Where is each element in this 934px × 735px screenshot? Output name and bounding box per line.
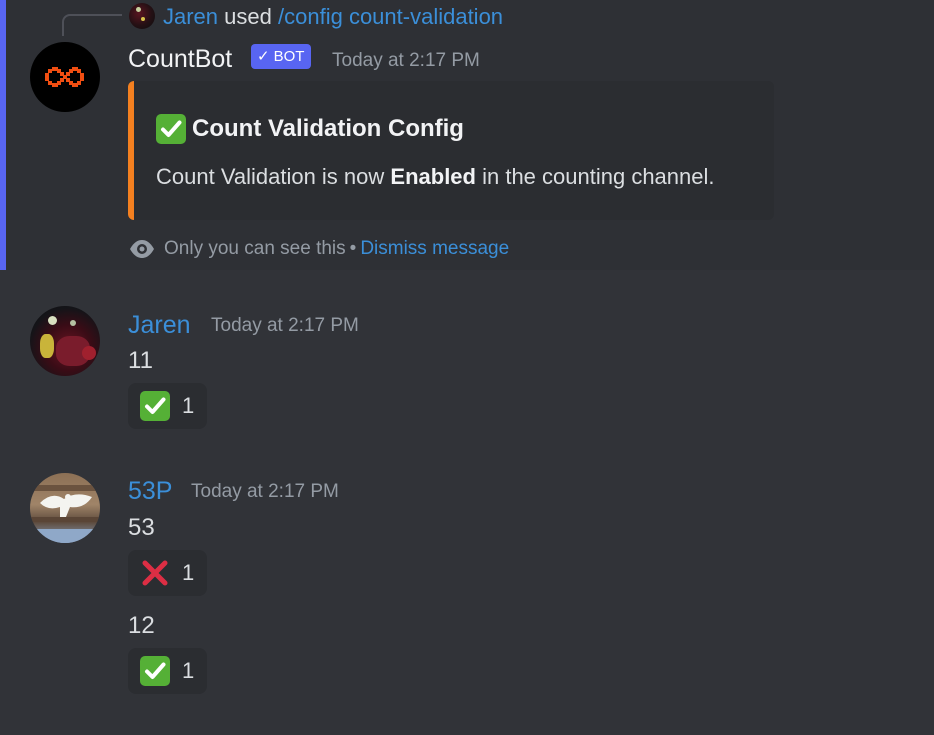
message-timestamp[interactable]: Today at 2:17 PM <box>191 480 339 504</box>
message-timestamp[interactable]: Today at 2:17 PM <box>211 314 359 338</box>
highlight-accent-bar <box>0 0 6 270</box>
bot-username[interactable]: CountBot <box>128 43 232 75</box>
ephemeral-note-text: Only you can see this <box>164 238 346 259</box>
ephemeral-note: Only you can see this • Dismiss message <box>128 236 509 262</box>
embed-description: Count Validation is now Enabled in the c… <box>156 162 715 192</box>
embed-desc-bold: Enabled <box>390 164 476 189</box>
jaren-avatar[interactable] <box>30 306 100 376</box>
reaction-check[interactable]: 1 <box>128 383 207 429</box>
white-check-mark-icon <box>156 114 186 144</box>
embed-title: Count Validation Config <box>156 114 464 144</box>
white-check-mark-icon <box>140 391 170 421</box>
eye-icon <box>130 240 154 258</box>
embed-desc-after: in the counting channel. <box>475 164 715 189</box>
interaction-line: Jaren used /config count-validation <box>163 3 503 31</box>
interaction-username[interactable]: Jaren <box>163 4 218 29</box>
interaction-user-avatar[interactable] <box>129 3 155 29</box>
reaction-check[interactable]: 1 <box>128 648 207 694</box>
embed-title-text: Count Validation Config <box>192 115 464 142</box>
reaction-count: 1 <box>182 658 195 683</box>
verified-check-icon: ✓ <box>257 48 270 65</box>
reaction-count: 1 <box>182 393 195 418</box>
embed: Count Validation Config Count Validation… <box>128 81 774 220</box>
white-check-mark-icon <box>140 656 170 686</box>
embed-accent-bar <box>128 81 134 220</box>
embed-desc-before: Count Validation is now <box>156 164 391 189</box>
bot-badge: ✓ BOT <box>251 44 312 69</box>
message-username[interactable]: Jaren <box>128 309 191 341</box>
cross-mark-icon <box>140 558 170 588</box>
bot-badge-label: BOT <box>273 48 305 65</box>
interaction-used-text: used <box>224 4 272 29</box>
message-username[interactable]: 53P <box>128 475 172 507</box>
reaction-count: 1 <box>182 560 195 585</box>
53p-avatar[interactable] <box>30 473 100 543</box>
bot-timestamp[interactable]: Today at 2:17 PM <box>332 49 480 73</box>
reaction-cross[interactable]: 1 <box>128 550 207 596</box>
infinity-icon <box>45 67 84 87</box>
message-text: 11 <box>128 347 153 374</box>
message-text: 53 <box>128 514 155 541</box>
separator-dot: • <box>349 238 357 259</box>
interaction-command[interactable]: /config count-validation <box>278 4 503 29</box>
reply-spine <box>62 14 122 36</box>
dismiss-message-link[interactable]: Dismiss message <box>360 236 509 262</box>
countbot-avatar[interactable] <box>30 42 100 112</box>
message-text: 12 <box>128 612 155 639</box>
